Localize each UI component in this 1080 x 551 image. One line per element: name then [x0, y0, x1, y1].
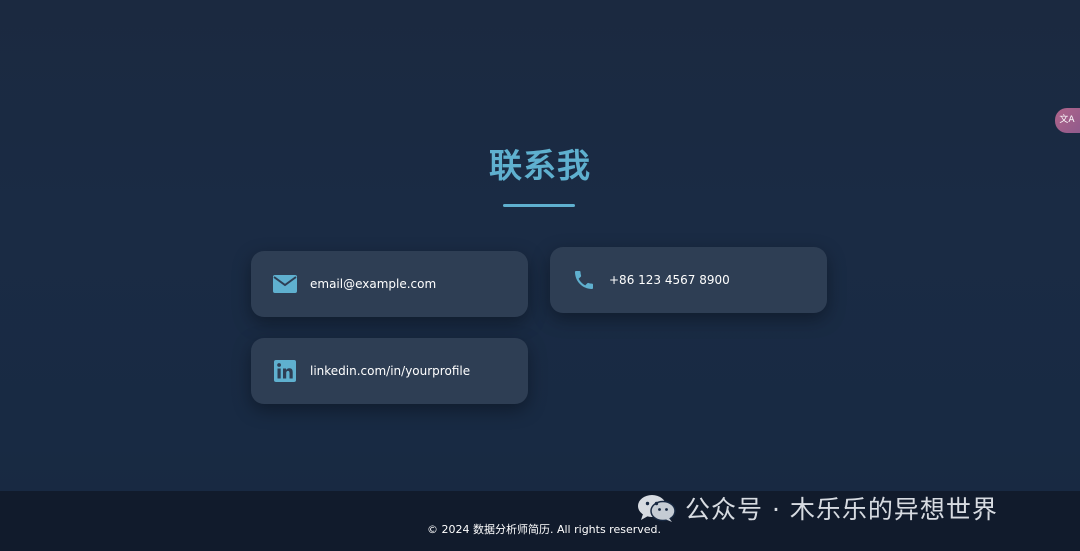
linkedin-label: linkedin.com/in/yourprofile — [310, 364, 471, 378]
translate-icon: 文A — [1059, 115, 1075, 125]
email-label: email@example.com — [310, 277, 437, 291]
title-underline — [503, 204, 575, 207]
linkedin-card[interactable]: linkedin.com/in/yourprofile — [251, 338, 528, 404]
wechat-icon — [638, 495, 676, 522]
footer-copyright: © 2024 数据分析师简历. All rights reserved. — [427, 523, 662, 536]
phone-label: +86 123 4567 8900 — [609, 273, 730, 287]
section-title: 联系我 — [489, 146, 591, 185]
phone-card[interactable]: +86 123 4567 8900 — [550, 247, 827, 313]
contact-section: 联系我 email@example.com +86 123 4567 8900 — [0, 0, 1080, 491]
phone-icon — [571, 267, 597, 293]
envelope-icon — [272, 271, 298, 297]
linkedin-icon — [272, 358, 298, 384]
translate-widget[interactable]: 文A — [1055, 108, 1080, 133]
watermark-text: 公众号 · 木乐乐的异想世界 — [685, 495, 998, 524]
wechat-watermark: 公众号 · 木乐乐的异想世界 — [637, 490, 998, 526]
email-card[interactable]: email@example.com — [251, 251, 528, 317]
